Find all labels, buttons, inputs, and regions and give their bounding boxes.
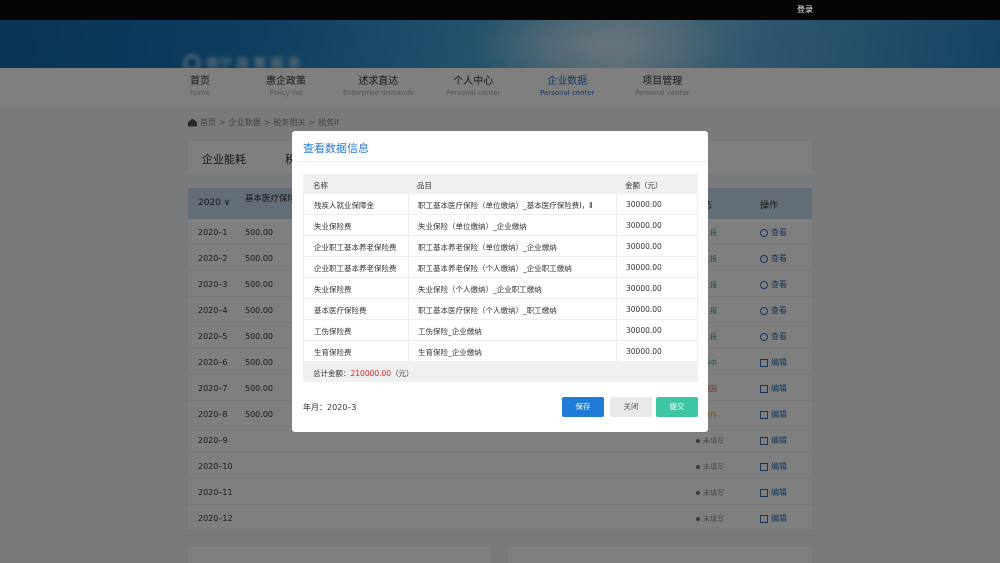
name-cell: 工伤保险费 — [314, 327, 352, 336]
total-amount: 210000.00 — [350, 369, 392, 378]
column-divider — [616, 215, 617, 235]
name-cell: 基本医疗保险费 — [314, 306, 367, 315]
amount-cell: 30000.00 — [626, 263, 662, 272]
column-divider — [616, 341, 617, 361]
column-divider — [408, 257, 409, 277]
total-label-text: 总计金额： — [313, 369, 351, 378]
name-cell: 失业保险费 — [314, 222, 352, 231]
item-cell: 失业保险（个人缴纳）_企业职工缴纳 — [418, 285, 542, 294]
save-button[interactable]: 保存 — [562, 397, 604, 417]
close-button[interactable]: 关闭 — [610, 397, 652, 417]
modal-total-row: 总计金额：210000.00（元） — [303, 362, 698, 382]
modal-table-row: 失业保险费 失业保险（单位缴纳）_企业缴纳 30000.00 — [303, 215, 698, 236]
item-cell: 职工基本养老保险（单位缴纳）_企业缴纳 — [418, 243, 557, 252]
item-cell: 失业保险（单位缴纳）_企业缴纳 — [418, 222, 527, 231]
modal-table-header: 名称 品目 金额（元） — [303, 174, 698, 194]
header-name: 名称 — [313, 181, 328, 190]
name-cell: 生育保险费 — [314, 348, 352, 357]
column-divider — [616, 257, 617, 277]
item-cell: 职工基本医疗保险（单位缴纳）_基本医疗保险费Ⅰ，Ⅱ — [418, 201, 593, 210]
header-amount: 金额（元） — [625, 181, 663, 190]
view-data-modal: 查看数据信息 名称 品目 金额（元） 残疾人就业保障金 职工基本医疗保险（单位缴纳… — [292, 131, 708, 432]
total-unit: （元） — [391, 369, 414, 378]
item-cell: 生育保险_企业缴纳 — [418, 348, 482, 357]
name-cell: 企业职工基本养老保险费 — [314, 243, 397, 252]
amount-cell: 30000.00 — [626, 305, 662, 314]
amount-cell: 30000.00 — [626, 200, 662, 209]
login-link[interactable]: 登录 — [797, 4, 813, 15]
modal-table-row: 失业保险费 失业保险（个人缴纳）_企业职工缴纳 30000.00 — [303, 278, 698, 299]
modal-table-row: 残疾人就业保障金 职工基本医疗保险（单位缴纳）_基本医疗保险费Ⅰ，Ⅱ 30000.0… — [303, 194, 698, 215]
top-bar: 登录 — [0, 0, 1000, 20]
total-label: 总计金额：210000.00（元） — [313, 368, 414, 379]
modal-table-row: 工伤保险费 工伤保险_企业缴纳 30000.00 — [303, 320, 698, 341]
column-divider — [408, 299, 409, 319]
column-divider — [408, 320, 409, 340]
submit-button[interactable]: 提交 — [656, 397, 698, 417]
column-divider — [408, 236, 409, 256]
modal-table-row: 企业职工基本养老保险费 职工基本养老保险（个人缴纳）_企业职工缴纳 30000.00 — [303, 257, 698, 278]
column-divider — [616, 194, 617, 214]
amount-cell: 30000.00 — [626, 326, 662, 335]
amount-cell: 30000.00 — [626, 347, 662, 356]
column-divider — [408, 194, 409, 214]
item-cell: 职工基本医疗保险（个人缴纳）_职工缴纳 — [418, 306, 557, 315]
column-divider — [616, 236, 617, 256]
column-divider — [408, 341, 409, 361]
column-divider — [408, 215, 409, 235]
name-cell: 残疾人就业保障金 — [314, 201, 374, 210]
column-divider — [616, 320, 617, 340]
item-cell: 工伤保险_企业缴纳 — [418, 327, 482, 336]
amount-cell: 30000.00 — [626, 284, 662, 293]
column-divider — [616, 299, 617, 319]
column-divider — [408, 278, 409, 298]
modal-table: 名称 品目 金额（元） 残疾人就业保障金 职工基本医疗保险（单位缴纳）_基本医疗保… — [303, 174, 698, 382]
modal-table-row: 企业职工基本养老保险费 职工基本养老保险（单位缴纳）_企业缴纳 30000.00 — [303, 236, 698, 257]
modal-divider — [292, 161, 708, 162]
modal-table-row: 生育保险费 生育保险_企业缴纳 30000.00 — [303, 341, 698, 362]
modal-table-row: 基本医疗保险费 职工基本医疗保险（个人缴纳）_职工缴纳 30000.00 — [303, 299, 698, 320]
year-month-label: 年月：2020–3 — [303, 403, 357, 412]
name-cell: 企业职工基本养老保险费 — [314, 264, 397, 273]
amount-cell: 30000.00 — [626, 221, 662, 230]
item-cell: 职工基本养老保险（个人缴纳）_企业职工缴纳 — [418, 264, 572, 273]
name-cell: 失业保险费 — [314, 285, 352, 294]
column-divider — [616, 278, 617, 298]
header-item: 品目 — [417, 181, 432, 190]
modal-title: 查看数据信息 — [303, 142, 369, 155]
amount-cell: 30000.00 — [626, 242, 662, 251]
